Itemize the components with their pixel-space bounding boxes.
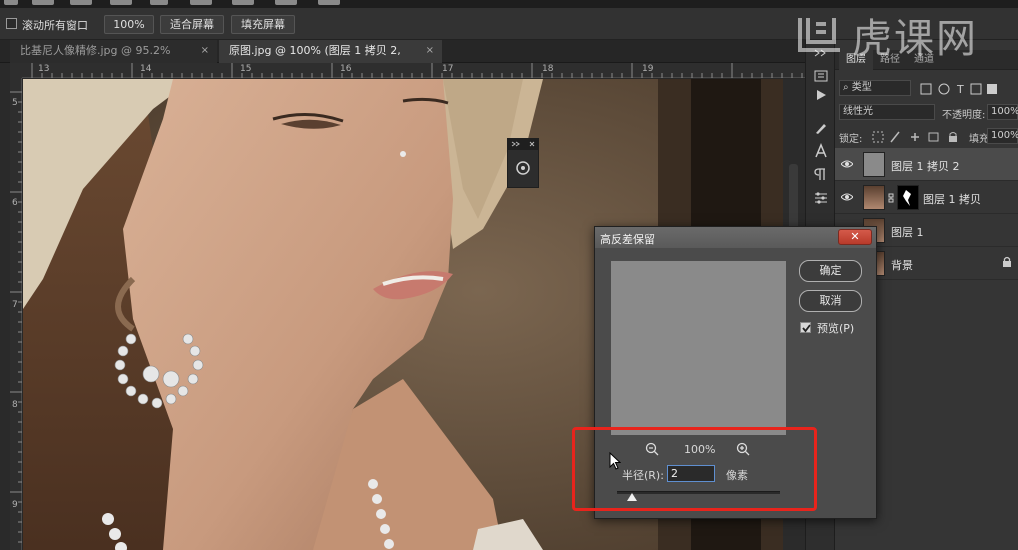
character-icon[interactable] [812,143,830,159]
dialog-title-bar[interactable]: 高反差保留 ✕ [595,227,876,248]
ruler-label: 7 [12,300,18,310]
cancel-button[interactable]: 取消 [799,290,862,312]
zoom-out-icon[interactable] [645,442,659,456]
layer-row-copy-2[interactable]: 图层 1 拷贝 2 [835,148,1018,181]
tab-bikini-retouch[interactable]: 比基尼人像精修.jpg @ 95.2%(RGB/8#) × [10,40,217,79]
dialog-close-button[interactable]: ✕ [838,229,872,245]
watermark-logo: 虎课网 [790,6,1018,62]
tab-close-icon[interactable]: × [201,40,209,62]
ruler-label: 9 [12,500,18,510]
lock-icon [1003,256,1011,267]
tab-close-icon[interactable]: × [426,40,434,62]
radius-input[interactable] [667,465,715,482]
ruler-corner [10,63,22,78]
preview-label[interactable]: 预览(P) [817,320,854,336]
opacity-label: 不透明度: [942,110,986,121]
ruler-label: 17 [442,64,454,74]
mask-shape [903,190,911,206]
layer-filter-icons[interactable]: T [919,82,1015,96]
radius-unit: 像素 [726,469,748,482]
ruler-label: 18 [542,64,554,74]
dialog-title: 高反差保留 [600,233,655,246]
layer-thumbnail [863,152,885,177]
ruler-label: 13 [38,64,50,74]
play-icon[interactable] [812,87,830,103]
layer-mask-thumbnail[interactable] [897,185,919,210]
scroll-all-windows-label: 滚动所有窗口 [22,19,88,32]
lock-options-icons[interactable] [871,130,967,144]
layer-thumbnail [863,185,885,210]
history-icon[interactable] [812,68,830,84]
blend-mode-dropdown[interactable]: 线性光 [839,104,935,120]
search-icon: ⌕ [843,82,852,93]
visibility-eye-icon[interactable] [841,159,853,169]
layer-name[interactable]: 图层 1 [891,224,924,240]
ruler-label: 8 [12,400,18,410]
blend-opacity-row: 线性光 不透明度: 100% [835,104,1018,122]
scroll-all-windows-checkbox[interactable] [6,18,17,29]
svg-text:T: T [956,83,964,96]
lock-fill-row: 锁定: 填充: 100% [835,128,1018,146]
visibility-eye-icon[interactable] [841,192,853,202]
ruler-label: 14 [140,64,152,74]
paragraph-icon[interactable] [812,166,830,182]
adjustment-icon[interactable] [508,150,538,186]
opacity-field[interactable]: 100% [987,104,1018,120]
lock-label: 锁定: [839,134,863,145]
radius-slider-track[interactable] [617,491,780,494]
tools-panel-edge [0,63,10,550]
watermark-text: 虎课网 [852,16,978,62]
filter-kind-value: 类型 [851,82,872,93]
fill-screen-button[interactable]: 填充屏幕 [231,15,295,34]
layer-filter-dropdown[interactable]: ⌕ 类型 [839,80,911,96]
preview-checkbox[interactable] [800,322,811,333]
tab-original[interactable]: 原图.jpg @ 100% (图层 1 拷贝 2, RGB/8*) * × [219,40,442,79]
fill-field[interactable]: 100% [987,128,1018,144]
layer-filter-row: ⌕ 类型 T [835,80,1018,98]
mini-panel-header[interactable] [508,139,538,150]
floating-mini-panel[interactable] [507,138,539,188]
vertical-ruler[interactable]: 5 6 7 8 9 [10,78,22,550]
layer-name[interactable]: 背景 [891,257,913,273]
ruler-label: 5 [12,98,18,108]
vertical-ruler-ticks [10,91,22,543]
layer-row-copy[interactable]: 图层 1 拷贝 [835,181,1018,214]
layer-name[interactable]: 图层 1 拷贝 [923,191,981,207]
mini-panel-controls [511,141,535,147]
ruler-label: 15 [240,64,252,74]
horizontal-ruler[interactable]: 13 14 15 16 17 18 19 [22,63,805,78]
fit-screen-button[interactable]: 适合屏幕 [160,15,224,34]
filter-preview-area[interactable] [611,261,786,435]
radius-slider-thumb[interactable] [626,493,637,501]
zoom-level: 100% [684,443,716,456]
radius-label: 半径(R): [622,469,664,482]
ok-button[interactable]: 确定 [799,260,862,282]
checkmark-icon [802,324,811,333]
brush-icon[interactable] [812,120,830,136]
ruler-label: 19 [642,64,654,74]
zoom-in-icon[interactable] [736,442,750,456]
properties-icon[interactable] [812,190,830,206]
ruler-label: 6 [12,198,18,208]
high-pass-dialog: 高反差保留 ✕ 确定 取消 预览(P) 100% 半径(R): 像素 [594,226,877,519]
mouse-cursor-icon [609,452,621,470]
document-tab-bar: 比基尼人像精修.jpg @ 95.2%(RGB/8#) × 原图.jpg @ 1… [0,40,805,79]
zoom-100-button[interactable]: 100% [104,15,154,34]
layer-name[interactable]: 图层 1 拷贝 2 [891,158,960,174]
logo-mark-icon [798,18,840,52]
ruler-label: 16 [340,64,352,74]
link-icon[interactable] [887,193,895,203]
